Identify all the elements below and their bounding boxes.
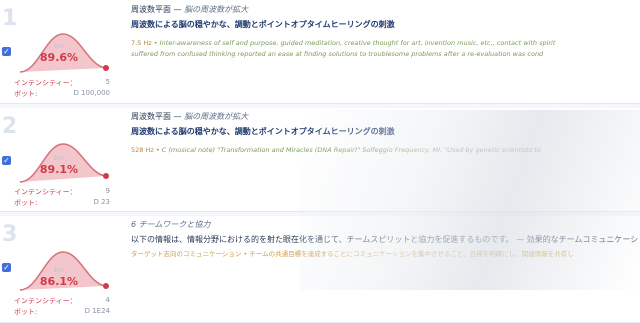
intensity-label: インテンシティー： xyxy=(14,188,77,196)
title-sub: 脳の周波数が拡大 xyxy=(184,5,249,14)
row-number: 2 xyxy=(2,114,18,139)
intensity-value: 9 xyxy=(105,187,110,195)
result-row-3[interactable]: 3 ✓ Em 86.1% インテンシティー： 4 ボット: D 1E24 6 チ… xyxy=(0,216,640,323)
intensity-label: インテンシティー： xyxy=(14,79,77,87)
checkbox[interactable]: ✓ xyxy=(2,263,11,272)
bot-label: ボット: xyxy=(14,199,38,207)
bot-value: D 100,000 xyxy=(73,89,110,97)
bot-label: ボット: xyxy=(14,308,38,316)
result-description: ターゲット志向のコミュニケーション • チームの共通目標を達成することにコミュニ… xyxy=(131,249,636,260)
result-title[interactable]: 6 チームワークと協力 xyxy=(131,219,636,230)
title-main: 周波数平面 xyxy=(131,112,171,121)
checkmark-icon: ✓ xyxy=(3,156,10,165)
frequency: 7.5 Hz xyxy=(131,39,152,47)
title-main: 周波数平面 xyxy=(131,5,171,14)
result-headline: 周波数による脳の穏やかな、調動とポイントオプタイムヒーリングの刺激 xyxy=(131,127,395,136)
intensity-value: 5 xyxy=(105,78,110,86)
result-content: 周波数平面 — 脳の周波数が拡大 周波数による脳の穏やかな、調動とポイントオプタ… xyxy=(131,4,636,60)
title-separator: — xyxy=(171,5,185,14)
checkbox[interactable]: ✓ xyxy=(2,156,11,165)
bot-value: D 23 xyxy=(93,198,110,206)
match-percent: 89.1% xyxy=(39,163,79,176)
percent-caption: Em xyxy=(54,155,64,162)
row-number: 1 xyxy=(2,6,18,31)
result-title[interactable]: 周波数平面 — 脳の周波数が拡大 xyxy=(131,111,636,122)
row-number: 3 xyxy=(2,222,18,247)
checkmark-icon: ✓ xyxy=(3,263,10,272)
description-line-1: • Inter-awareness of self and purpose, g… xyxy=(151,39,556,47)
frequency: 528 Hz xyxy=(131,146,154,154)
intensity-label: インテンシティー： xyxy=(14,297,77,305)
percent-caption: Em xyxy=(54,267,64,274)
result-content: 6 チームワークと協力 以下の情報は、情報分野における的を射た眼在化を通じて、チ… xyxy=(131,219,640,260)
checkbox[interactable]: ✓ xyxy=(2,47,11,56)
match-percent: 89.6% xyxy=(39,51,79,64)
bot-value: D 1E24 xyxy=(84,307,110,315)
description-line-1: • C (musical note) "Transformation and M… xyxy=(153,146,541,154)
result-headline: 周波数による脳の穏やかな、調動とポイントオプタイムヒーリングの刺激 xyxy=(131,20,395,29)
title-separator: — xyxy=(171,112,185,121)
checkmark-icon: ✓ xyxy=(3,47,10,56)
match-percent: 86.1% xyxy=(39,275,79,288)
description-line-2: suffered from confused thinking reported… xyxy=(131,50,544,58)
result-headline: 以下の情報は、情報分野における的を射た眼在化を通じて、チームスピリットと協力を促… xyxy=(131,235,640,244)
result-row-2[interactable]: 2 ✓ Em 89.1% インテンシティー： 9 ボット: D 23 周波数平面… xyxy=(0,108,640,212)
result-row-1[interactable]: 1 ✓ Em 89.6% インテンシティー： 5 ボット: D 100,000 … xyxy=(0,0,640,104)
result-title[interactable]: 周波数平面 — 脳の周波数が拡大 xyxy=(131,4,636,15)
description-line-1: ターゲット志向のコミュニケーション • チームの共通目標を達成することにコミュニ… xyxy=(131,250,574,258)
title-sub: 脳の周波数が拡大 xyxy=(184,112,249,121)
result-content: 周波数平面 — 脳の周波数が拡大 周波数による脳の穏やかな、調動とポイントオプタ… xyxy=(131,111,636,156)
percent-caption: Em xyxy=(54,43,64,50)
intensity-value: 4 xyxy=(105,296,110,304)
bot-label: ボット: xyxy=(14,90,38,98)
title-sub: 6 チームワークと協力 xyxy=(131,220,211,229)
result-description: 528 Hz • C (musical note) "Transformatio… xyxy=(131,145,636,156)
result-description: 7.5 Hz • Inter-awareness of self and pur… xyxy=(131,38,636,60)
